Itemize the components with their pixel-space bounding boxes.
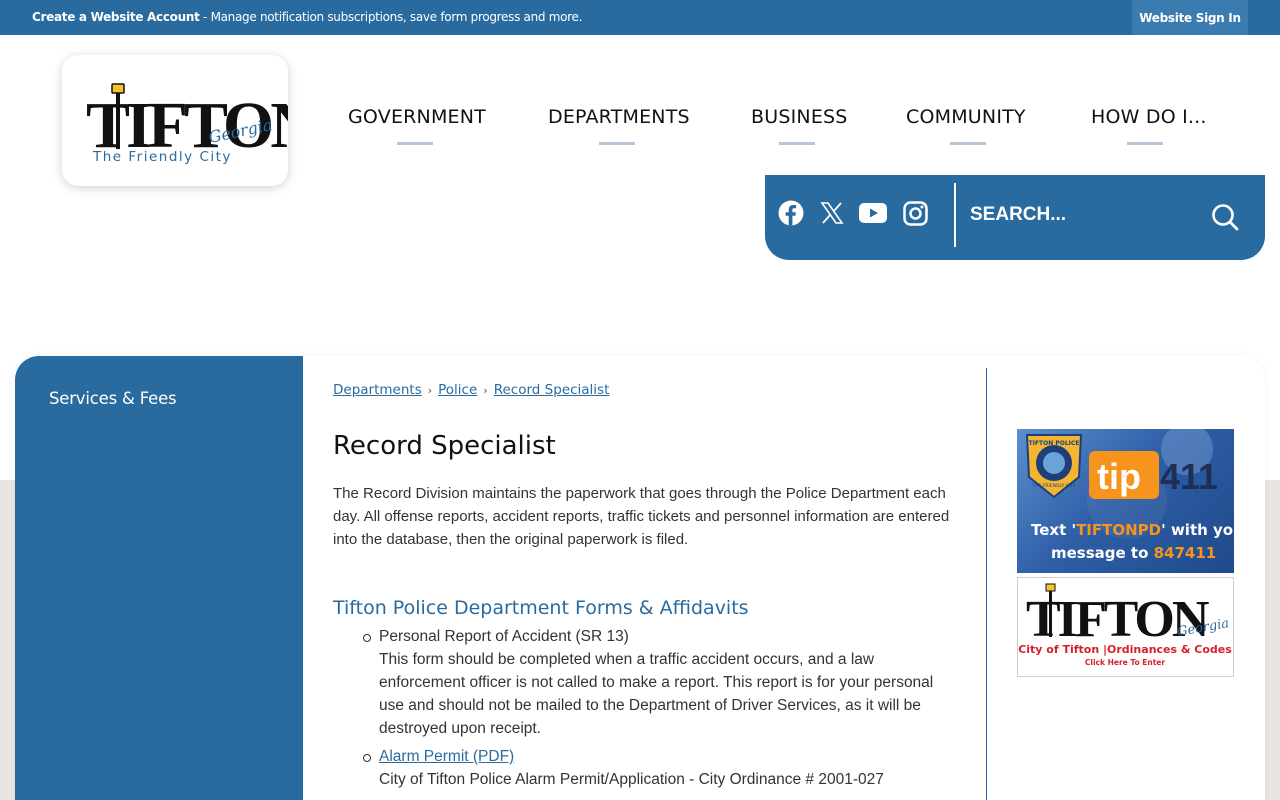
list-item: Alarm Permit (PDF) City of Tifton Police… [363,745,959,791]
nav-how-do-i[interactable]: HOW DO I... [1091,106,1207,128]
list-item: Personal Report of Accident (SR 13) This… [363,625,959,740]
svg-text:Click Here To Enter: Click Here To Enter [1085,658,1165,667]
form-title: Personal Report of Accident (SR 13) [379,628,629,645]
main-content-card: Services & Fees Departments › Police › Recor… [15,356,1265,800]
ordinances-graphic: TIFTON Georgia City of Tifton |Ordinance… [1018,583,1232,667]
svg-text:The Friendly City: The Friendly City [92,149,232,165]
svg-text:City of Tifton |Ordinances & C: City of Tifton |Ordinances & Codes [1018,643,1232,656]
svg-text:TIFTON POLICE: TIFTON POLICE [1029,440,1080,447]
form-description: City of Tifton Police Alarm Permit/Appli… [379,771,884,788]
svg-text:THE FRIENDLY CITY: THE FRIENDLY CITY [1031,483,1075,489]
breadcrumb-departments[interactable]: Departments [333,382,422,398]
nav-business-underline [779,142,815,145]
create-account-link[interactable]: Create a Website Account [32,10,200,24]
forms-section-title: Tifton Police Department Forms & Affidav… [333,597,749,619]
intro-paragraph: The Record Division maintains the paperw… [333,485,950,548]
instagram-icon[interactable] [901,199,929,227]
nav-community-underline [950,142,986,145]
tip411-banner[interactable]: TIFTON POLICE THE FRIENDLY CITY tip 411 … [1017,429,1234,573]
search-input[interactable] [970,197,1200,233]
facebook-icon[interactable] [777,199,805,227]
tifton-logo-graphic: TIFTON Georgia The Friendly City [86,83,321,165]
svg-text:Text 'TIFTONPD' with your: Text 'TIFTONPD' with your [1031,521,1234,539]
nav-how-do-i-underline [1127,142,1163,145]
tip411-graphic: TIFTON POLICE THE FRIENDLY CITY tip 411 … [1025,429,1234,562]
site-logo[interactable]: TIFTON Georgia The Friendly City [62,55,321,186]
svg-text:message to 847411: message to 847411 [1051,544,1216,562]
breadcrumb-separator: › [427,384,433,397]
nav-departments-underline [599,142,635,145]
sidebar-item-services-fees[interactable]: Services & Fees [49,389,177,408]
alarm-permit-link[interactable]: Alarm Permit (PDF) [379,748,514,765]
search-icon[interactable] [1209,201,1241,233]
page-title: Record Specialist [333,431,556,461]
x-icon[interactable] [818,199,846,227]
panel-divider [954,183,956,247]
content-divider [986,368,987,800]
social-search-panel [765,175,1265,260]
account-promo-tagline: - Manage notification subscriptions, sav… [199,10,583,24]
youtube-icon[interactable] [859,199,887,227]
nav-government-underline [397,142,433,145]
account-promo: Create a Website Account - Manage notifi… [32,10,582,24]
breadcrumb-record-specialist[interactable]: Record Specialist [494,382,610,398]
ordinances-codes-banner[interactable]: TIFTON Georgia City of Tifton |Ordinance… [1017,577,1234,677]
svg-text:tip: tip [1097,456,1141,497]
breadcrumb: Departments › Police › Record Specialist [333,382,609,398]
form-description: This form should be completed when a tra… [379,651,934,737]
website-sign-in-button[interactable]: Website Sign In [1132,0,1248,35]
nav-community[interactable]: COMMUNITY [906,106,1026,128]
top-bar: Create a Website Account - Manage notifi… [0,0,1280,35]
breadcrumb-police[interactable]: Police [438,382,477,398]
nav-departments[interactable]: DEPARTMENTS [548,106,690,128]
sidebar: Services & Fees [15,356,303,800]
nav-business[interactable]: BUSINESS [751,106,848,128]
svg-text:411: 411 [1160,456,1218,497]
breadcrumb-separator: › [483,384,488,397]
forms-list: Personal Report of Accident (SR 13) This… [363,625,959,796]
nav-government[interactable]: GOVERNMENT [348,106,486,128]
